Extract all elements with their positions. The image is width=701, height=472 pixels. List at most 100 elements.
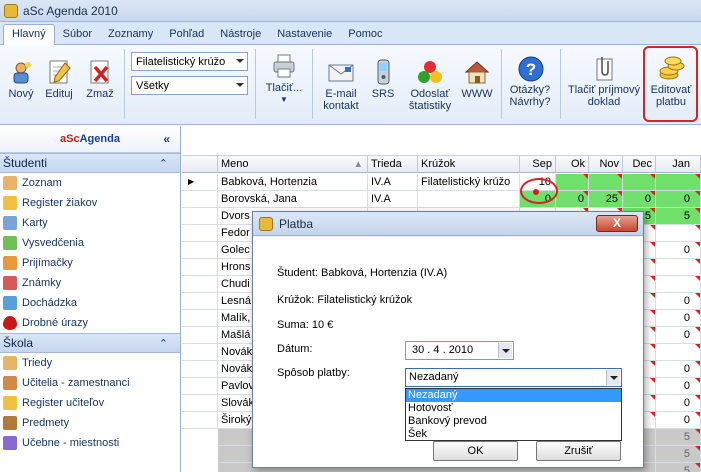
row-indicator[interactable] (182, 327, 218, 344)
srs-button[interactable]: SRS (369, 59, 397, 100)
help-button[interactable]: ? Otázky? Návrhy? (507, 55, 553, 108)
row-indicator[interactable] (182, 225, 218, 242)
option-hotovost[interactable]: Hotovosť (406, 402, 621, 415)
table-row[interactable]: ▶ Babková, Hortenzia IV.A Filatelistický kr… (182, 174, 701, 191)
delete-button[interactable]: Zmaž (84, 59, 116, 100)
table-cell-jan[interactable] (656, 225, 701, 242)
table-cell-class[interactable]: IV.A (368, 174, 418, 191)
sidebar-item-ucitelia[interactable]: Učitelia - zamestnanci (0, 373, 180, 393)
row-indicator[interactable] (182, 412, 218, 429)
chevron-down-icon[interactable] (606, 370, 620, 385)
table-cell-jan[interactable] (656, 276, 701, 293)
table-cell-jan[interactable]: 0 (656, 242, 701, 259)
row-indicator[interactable] (182, 310, 218, 327)
collapse-up-icon[interactable]: ⌃ (159, 157, 168, 170)
row-indicator[interactable] (182, 208, 218, 225)
row-indicator[interactable] (182, 361, 218, 378)
new-button[interactable]: Nový (6, 59, 36, 100)
collapse-left-icon[interactable]: « (163, 132, 170, 146)
column-header-sep[interactable]: Sep (520, 156, 556, 173)
cancel-button[interactable]: Zrušiť (536, 441, 621, 461)
filter-combo[interactable]: Všetky (131, 76, 248, 95)
row-indicator[interactable] (182, 344, 218, 361)
row-indicator[interactable] (182, 276, 218, 293)
sidebar-item-drobne-urazy[interactable]: Drobné úrazy (0, 313, 180, 333)
tab-pohlad[interactable]: Pohľad (161, 25, 212, 44)
table-row[interactable]: Borovská, Jana IV.A 0 0 25 0 0 (182, 191, 701, 208)
calendar-dropdown-icon[interactable] (498, 343, 512, 358)
table-cell-jan[interactable]: 0 (656, 395, 701, 412)
table-cell-ok[interactable] (556, 174, 589, 191)
sidebar-item-dochadzka[interactable]: Dochádzka (0, 293, 180, 313)
print-button[interactable]: Tlačiť... ▼ (263, 53, 305, 106)
column-header-meno[interactable]: Meno ▴ (218, 156, 368, 173)
sidebar-item-karty[interactable]: Karty (0, 213, 180, 233)
sidebar-section-students[interactable]: Študenti ⌃ (0, 153, 180, 173)
table-cell-class[interactable]: IV.A (368, 191, 418, 208)
sidebar-item-znamky[interactable]: Známky (0, 273, 180, 293)
option-bankovy-prevod[interactable]: Bankový prevod (406, 415, 621, 428)
column-header-trieda[interactable]: Trieda (368, 156, 418, 173)
tab-subor[interactable]: Súbor (55, 25, 100, 44)
table-cell-name[interactable]: Babková, Hortenzia (218, 174, 368, 191)
tab-nastroje[interactable]: Nástroje (212, 25, 269, 44)
table-cell-nov[interactable]: 25 (589, 191, 623, 208)
table-cell-nov[interactable] (589, 174, 623, 191)
table-cell-jan[interactable] (656, 344, 701, 361)
row-indicator[interactable] (182, 378, 218, 395)
ok-button[interactable]: OK (433, 441, 518, 461)
payment-method-select[interactable]: Nezadaný (405, 368, 622, 387)
tab-hlavny[interactable]: Hlavný (3, 24, 55, 45)
sidebar-item-register-ucitelov[interactable]: Register učiteľov (0, 393, 180, 413)
sidebar-item-predmety[interactable]: Predmety (0, 413, 180, 433)
row-indicator[interactable] (182, 259, 218, 276)
sidebar-item-register-ziakov[interactable]: Register žiakov (0, 193, 180, 213)
column-header-ok[interactable]: Ok (556, 156, 589, 173)
table-cell-jan[interactable]: 5 (656, 429, 701, 446)
send-statistics-button[interactable]: Odoslať štatistiky (405, 59, 455, 112)
sidebar-item-prijimacky[interactable]: Prijímačky (0, 253, 180, 273)
table-cell-jan[interactable]: 0 (656, 293, 701, 310)
table-cell-jan[interactable]: 5 (656, 463, 701, 472)
table-cell-jan[interactable]: 0 (656, 378, 701, 395)
table-cell-jan[interactable]: 5 (656, 446, 701, 463)
table-cell-club[interactable] (418, 191, 520, 208)
column-header-kruzok[interactable]: Krúžok (418, 156, 520, 173)
table-cell-jan[interactable]: 0 (656, 310, 701, 327)
close-button[interactable]: X (596, 215, 638, 232)
table-cell-club[interactable]: Filatelistický krúžo (418, 174, 520, 191)
tab-nastavenie[interactable]: Nastavenie (269, 25, 340, 44)
table-cell-ok[interactable]: 0 (556, 191, 589, 208)
option-sek[interactable]: Šek (406, 428, 621, 441)
row-indicator[interactable] (182, 242, 218, 259)
column-header-jan[interactable]: Jan (656, 156, 701, 173)
row-indicator[interactable] (182, 395, 218, 412)
column-header-nov[interactable]: Nov (589, 156, 623, 173)
tab-zoznamy[interactable]: Zoznamy (100, 25, 161, 44)
table-cell-jan[interactable]: 0 (656, 327, 701, 344)
www-button[interactable]: WWW (460, 59, 494, 100)
collapse-up-icon[interactable]: ⌃ (159, 337, 168, 350)
table-cell-jan[interactable]: 5 (656, 208, 701, 225)
sidebar-item-vysvedcenia[interactable]: Vysvedčenia (0, 233, 180, 253)
sidebar-item-zoznam[interactable]: Zoznam (0, 173, 180, 193)
row-indicator[interactable] (182, 191, 218, 208)
column-header-dec[interactable]: Dec (623, 156, 656, 173)
edit-button[interactable]: Edituj (43, 59, 75, 100)
table-cell-jan[interactable] (656, 259, 701, 276)
row-indicator[interactable] (182, 293, 218, 310)
sidebar-item-ucebne[interactable]: Učebne - miestnosti (0, 433, 180, 453)
tab-pomoc[interactable]: Pomoc (340, 25, 390, 44)
row-indicator[interactable]: ▶ (182, 174, 218, 191)
table-cell-jan[interactable] (656, 174, 701, 191)
sidebar-section-school[interactable]: Škola ⌃ (0, 333, 180, 353)
table-cell-jan[interactable]: 0 (656, 191, 701, 208)
table-cell-name[interactable]: Borovská, Jana (218, 191, 368, 208)
sidebar-item-triedy[interactable]: Triedy (0, 353, 180, 373)
email-contact-button[interactable]: E-mail kontakt (318, 59, 364, 112)
table-cell-dec[interactable]: 0 (623, 191, 656, 208)
date-input[interactable]: 30 . 4 . 2010 (405, 341, 514, 360)
club-combo[interactable]: Filatelistický krúžo (131, 52, 248, 71)
table-cell-jan[interactable]: 0 (656, 361, 701, 378)
option-nezadany[interactable]: Nezadaný (406, 389, 621, 402)
